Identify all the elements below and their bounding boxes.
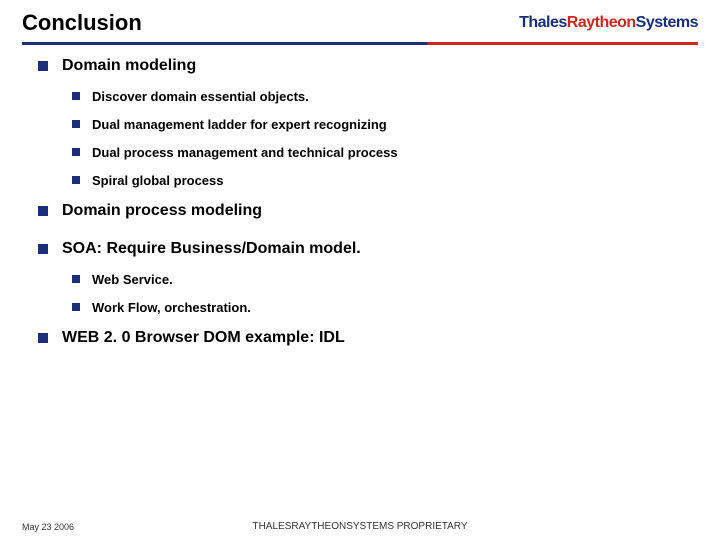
sub-bullet: Dual management ladder for expert recogn… — [72, 117, 698, 132]
bullet-text: Domain modeling — [62, 57, 196, 75]
bullet-text: Domain process modeling — [62, 202, 262, 220]
bullet-text: WEB 2. 0 Browser DOM example: IDL — [62, 329, 345, 347]
bullet-domain-process: Domain process modeling — [38, 202, 698, 220]
slide-title: Conclusion — [22, 10, 142, 36]
content: Domain modeling Discover domain essentia… — [0, 53, 720, 347]
sub-bullet: Work Flow, orchestration. — [72, 300, 698, 315]
bullet-icon — [72, 120, 80, 128]
divider — [22, 42, 698, 45]
logo: ThalesRaytheonSystems — [519, 14, 698, 32]
bullet-icon — [72, 176, 80, 184]
sublist-domain-modeling: Discover domain essential objects. Dual … — [38, 89, 698, 188]
footer-proprietary: THALESRAYTHEONSYSTEMS PROPRIETARY — [252, 521, 467, 532]
bullet-icon — [38, 61, 48, 71]
sub-bullet-text: Spiral global process — [92, 173, 224, 188]
sub-bullet-text: Dual management ladder for expert recogn… — [92, 117, 387, 132]
sub-bullet: Discover domain essential objects. — [72, 89, 698, 104]
logo-thales: Thales — [519, 14, 567, 32]
footer: May 23 2006 THALESRAYTHEONSYSTEMS PROPRI… — [0, 522, 720, 532]
bullet-web2: WEB 2. 0 Browser DOM example: IDL — [38, 329, 698, 347]
bullet-icon — [38, 333, 48, 343]
bullet-icon — [72, 303, 80, 311]
logo-raytheon: Raytheon — [567, 14, 636, 32]
bullet-soa: SOA: Require Business/Domain model. — [38, 240, 698, 258]
bullet-icon — [72, 92, 80, 100]
bullet-icon — [72, 148, 80, 156]
sub-bullet-text: Dual process management and technical pr… — [92, 145, 398, 160]
sub-bullet-text: Discover domain essential objects. — [92, 89, 309, 104]
sub-bullet: Spiral global process — [72, 173, 698, 188]
sublist-soa: Web Service. Work Flow, orchestration. — [38, 272, 698, 315]
sub-bullet-text: Work Flow, orchestration. — [92, 300, 251, 315]
sub-bullet-text: Web Service. — [92, 272, 173, 287]
bullet-text: SOA: Require Business/Domain model. — [62, 240, 361, 258]
bullet-icon — [72, 275, 80, 283]
header: Conclusion ThalesRaytheonSystems — [0, 0, 720, 42]
bullet-icon — [38, 244, 48, 254]
bullet-domain-modeling: Domain modeling — [38, 57, 698, 75]
sub-bullet: Web Service. — [72, 272, 698, 287]
bullet-icon — [38, 206, 48, 216]
logo-systems: Systems — [636, 14, 698, 32]
sub-bullet: Dual process management and technical pr… — [72, 145, 698, 160]
footer-date: May 23 2006 — [22, 522, 74, 532]
